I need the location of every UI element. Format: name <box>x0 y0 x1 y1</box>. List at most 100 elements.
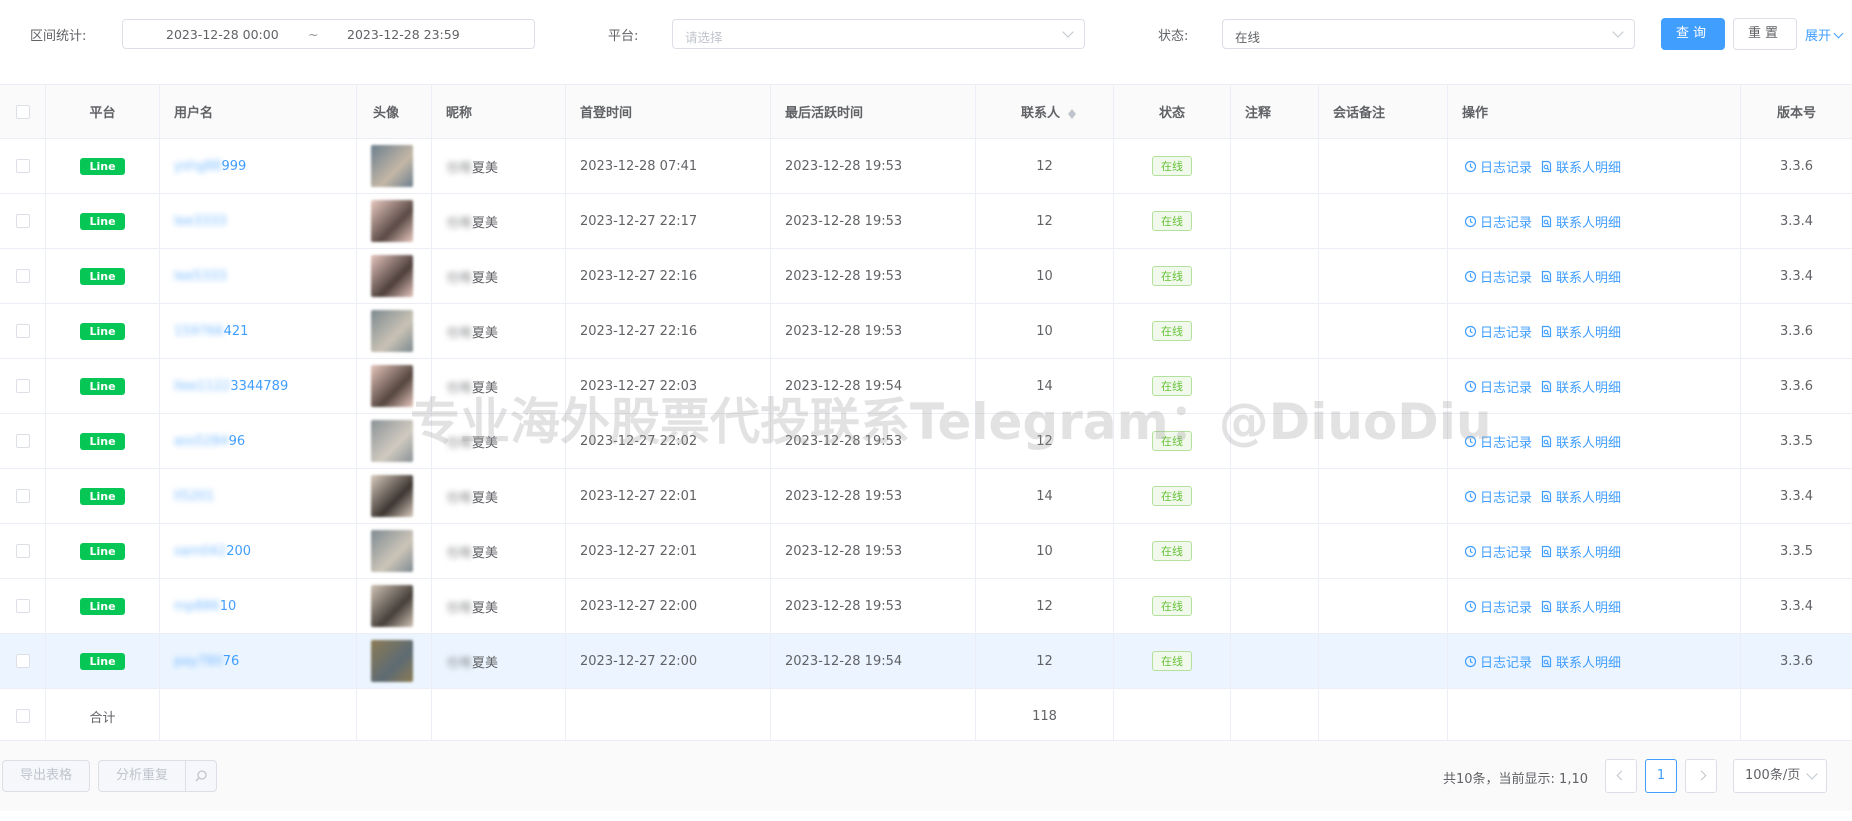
avatar[interactable] <box>371 585 413 627</box>
contact-detail-link[interactable]: 联系人明细 <box>1540 212 1621 231</box>
row-checkbox[interactable] <box>15 379 30 393</box>
row-checkbox[interactable] <box>15 214 30 228</box>
contact-detail-link[interactable]: 联系人明细 <box>1540 322 1621 341</box>
status-select[interactable]: 在线 <box>1222 19 1635 49</box>
row-select-cell[interactable] <box>0 359 46 413</box>
row-select-cell[interactable] <box>0 524 46 578</box>
username-hidden[interactable]: yshg88 <box>174 159 222 174</box>
table-row[interactable]: Line mp886 10 也唯 夏美 2023-12-27 22:00 2023-12-2… <box>0 579 1852 634</box>
log-record-link[interactable]: 日志记录 <box>1464 487 1532 506</box>
username-hidden[interactable]: 159766 <box>174 324 224 339</box>
row-select-cell[interactable] <box>0 414 46 468</box>
table-row[interactable]: Line lee5333 也唯 夏美 2023-12-27 22:16 2023-12-2… <box>0 249 1852 304</box>
contact-detail-link[interactable]: 联系人明细 <box>1540 432 1621 451</box>
contact-detail-link[interactable]: 联系人明细 <box>1540 487 1621 506</box>
log-record-link[interactable]: 日志记录 <box>1464 212 1532 231</box>
username-link[interactable]: 200 <box>226 544 251 559</box>
username-link[interactable]: 421 <box>224 324 249 339</box>
avatar[interactable] <box>371 365 413 407</box>
contact-detail-link[interactable]: 联系人明细 <box>1540 542 1621 561</box>
avatar[interactable] <box>371 640 413 682</box>
platform-select[interactable]: 请选择 <box>672 19 1085 49</box>
contact-detail-link[interactable]: 联系人明细 <box>1540 157 1621 176</box>
username-cell[interactable]: ll5201 <box>160 469 357 523</box>
col-contacts[interactable]: 联系人 <box>976 85 1114 138</box>
table-row[interactable]: Line lee3333 也唯 夏美 2023-12-27 22:17 2023-12-2… <box>0 194 1852 249</box>
row-checkbox[interactable] <box>15 434 30 448</box>
username-cell[interactable]: lee3333 <box>160 194 357 248</box>
log-record-link[interactable]: 日志记录 <box>1464 432 1532 451</box>
row-select-cell[interactable] <box>0 689 46 743</box>
username-hidden[interactable]: mp886 <box>174 599 220 614</box>
username-hidden[interactable]: sam042 <box>174 544 226 559</box>
row-select-cell[interactable] <box>0 634 46 688</box>
table-row[interactable]: Line pay780 76 也唯 夏美 2023-12-27 22:00 2023-12-… <box>0 634 1852 689</box>
username-link[interactable]: 76 <box>223 654 240 669</box>
row-checkbox[interactable] <box>15 324 30 338</box>
date-start[interactable]: 2023-12-28 00:00 <box>166 27 279 42</box>
row-select-cell[interactable] <box>0 469 46 523</box>
row-checkbox[interactable] <box>15 159 30 173</box>
log-record-link[interactable]: 日志记录 <box>1464 377 1532 396</box>
table-row[interactable]: Line ass5284 96 也唯 夏美 2023-12-27 22:02 2023-12… <box>0 414 1852 469</box>
username-link[interactable]: 10 <box>220 599 237 614</box>
date-end[interactable]: 2023-12-28 23:59 <box>347 27 460 42</box>
select-all-checkbox[interactable] <box>15 104 30 119</box>
contact-detail-link[interactable]: 联系人明细 <box>1540 652 1621 671</box>
row-checkbox[interactable] <box>15 269 30 283</box>
table-row[interactable]: Line yshg88 999 也唯 夏美 2023-12-28 07:41 2023-12… <box>0 139 1852 194</box>
contact-detail-link[interactable]: 联系人明细 <box>1540 597 1621 616</box>
username-cell[interactable]: 159766 421 <box>160 304 357 358</box>
username-hidden[interactable]: ass5284 <box>174 434 229 449</box>
username-hidden[interactable]: llee1122 <box>174 379 230 394</box>
avatar[interactable] <box>371 200 413 242</box>
page-size-select[interactable]: 100条/页 <box>1733 759 1827 793</box>
contact-detail-link[interactable]: 联系人明细 <box>1540 267 1621 286</box>
row-select-cell[interactable] <box>0 139 46 193</box>
expand-link[interactable]: 展开 <box>1805 25 1844 44</box>
avatar[interactable] <box>371 310 413 352</box>
row-select-cell[interactable] <box>0 249 46 303</box>
row-select-cell[interactable] <box>0 194 46 248</box>
avatar[interactable] <box>371 255 413 297</box>
avatar[interactable] <box>371 530 413 572</box>
analyze-search-button[interactable] <box>185 760 217 792</box>
table-row[interactable]: Line 159766 421 也唯 夏美 2023-12-27 22:16 2023-12… <box>0 304 1852 359</box>
log-record-link[interactable]: 日志记录 <box>1464 267 1532 286</box>
username-cell[interactable]: llee1122 3344789 <box>160 359 357 413</box>
prev-page-button[interactable] <box>1605 759 1637 793</box>
username-hidden[interactable]: ll5201 <box>174 489 214 504</box>
table-row[interactable]: Line ll5201 也唯 夏美 2023-12-27 22:01 2023-12-28… <box>0 469 1852 524</box>
row-checkbox[interactable] <box>15 709 30 723</box>
log-record-link[interactable]: 日志记录 <box>1464 597 1532 616</box>
select-all-cell[interactable] <box>0 85 46 138</box>
username-link[interactable]: 96 <box>229 434 246 449</box>
log-record-link[interactable]: 日志记录 <box>1464 652 1532 671</box>
contact-detail-link[interactable]: 联系人明细 <box>1540 377 1621 396</box>
export-button[interactable]: 导出表格 <box>2 760 90 792</box>
date-range-picker[interactable]: 2023-12-28 00:00 ~ 2023-12-28 23:59 <box>122 19 535 49</box>
username-hidden[interactable]: lee3333 <box>174 214 227 229</box>
row-checkbox[interactable] <box>15 544 30 558</box>
username-cell[interactable]: sam042 200 <box>160 524 357 578</box>
username-cell[interactable]: pay780 76 <box>160 634 357 688</box>
reset-button[interactable]: 重置 <box>1733 18 1797 50</box>
username-cell[interactable]: yshg88 999 <box>160 139 357 193</box>
row-select-cell[interactable] <box>0 579 46 633</box>
avatar[interactable] <box>371 145 413 187</box>
avatar[interactable] <box>371 420 413 462</box>
row-checkbox[interactable] <box>15 599 30 613</box>
avatar[interactable] <box>371 475 413 517</box>
username-hidden[interactable]: pay780 <box>174 654 223 669</box>
username-link[interactable]: 999 <box>222 159 247 174</box>
row-select-cell[interactable] <box>0 304 46 358</box>
username-link[interactable]: 3344789 <box>230 379 288 394</box>
query-button[interactable]: 查询 <box>1661 18 1725 50</box>
table-row[interactable]: Line sam042 200 也唯 夏美 2023-12-27 22:01 2023-12… <box>0 524 1852 579</box>
analyze-button[interactable]: 分析重复 <box>98 760 186 792</box>
row-checkbox[interactable] <box>15 654 30 668</box>
table-row[interactable]: Line llee1122 3344789 也唯 夏美 2023-12-27 22:03 2… <box>0 359 1852 414</box>
row-checkbox[interactable] <box>15 489 30 503</box>
log-record-link[interactable]: 日志记录 <box>1464 322 1532 341</box>
log-record-link[interactable]: 日志记录 <box>1464 542 1532 561</box>
